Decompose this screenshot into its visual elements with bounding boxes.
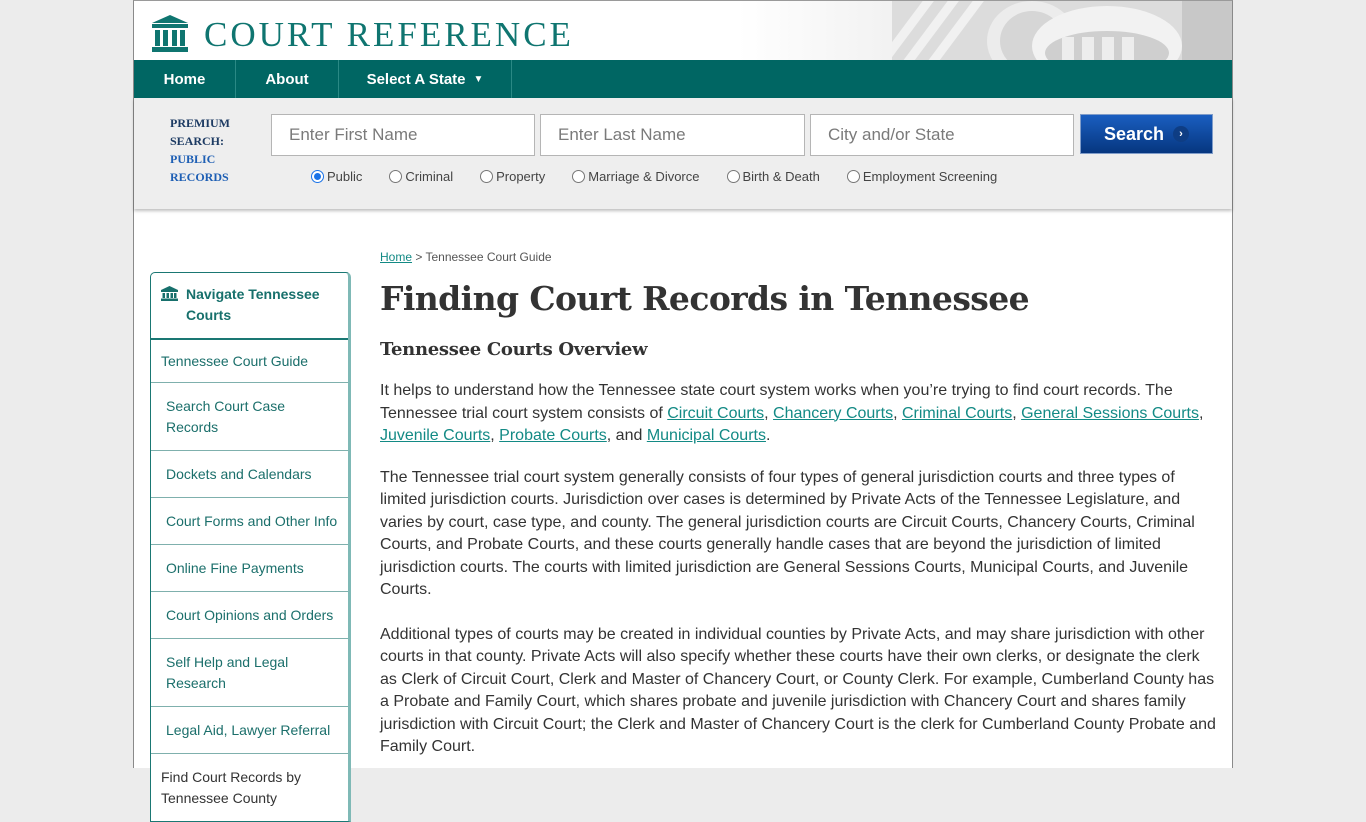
chevron-right-icon: › xyxy=(1173,126,1190,142)
nav-about[interactable]: About xyxy=(236,60,339,98)
site-header: COURT REFERENCE xyxy=(134,1,1232,60)
jurisdiction-paragraph: The Tennessee trial court system general… xyxy=(380,468,1195,599)
city-state-input[interactable] xyxy=(810,114,1074,156)
additional-courts-paragraph: Additional types of courts may be create… xyxy=(380,625,1216,756)
courthouse-column-banner-image xyxy=(892,1,1232,60)
link-probate-courts[interactable]: Probate Courts xyxy=(499,427,607,444)
radio-employment-screening-label: Employment Screening xyxy=(862,169,998,184)
radio-button[interactable] xyxy=(480,170,494,183)
link-chancery-courts[interactable]: Chancery Courts xyxy=(773,405,893,422)
search-button-label: Search xyxy=(1103,123,1165,144)
last-name-input[interactable] xyxy=(540,114,805,156)
section-heading: Tennessee Courts Overview xyxy=(380,339,648,360)
sidebar-heading: Navigate Tennessee Courts xyxy=(151,273,348,340)
radio-property[interactable]: Property xyxy=(480,169,545,184)
premium-label-line1: PREMIUM xyxy=(170,116,230,130)
sidebar-heading-text: Navigate Tennessee Courts xyxy=(186,286,320,323)
caret-down-icon: ▼ xyxy=(473,73,484,85)
link-juvenile-courts[interactable]: Juvenile Courts xyxy=(380,427,490,444)
link-municipal-courts[interactable]: Municipal Courts xyxy=(647,427,766,444)
sidebar-item-search-court-case-records[interactable]: Search Court Case Records xyxy=(151,383,348,451)
premium-search-label: PREMIUM SEARCH: PUBLIC RECORDS xyxy=(170,114,230,186)
nav-select-state-dropdown[interactable]: Select A State ▼ xyxy=(339,60,512,98)
sidebar-item-legal-aid-lawyer-referral[interactable]: Legal Aid, Lawyer Referral xyxy=(151,707,348,754)
sidebar-item-dockets-calendars[interactable]: Dockets and Calendars xyxy=(151,451,348,498)
radio-criminal-label: Criminal xyxy=(405,169,454,184)
premium-label-line4: RECORDS xyxy=(170,170,229,184)
period: . xyxy=(765,427,771,444)
nav-select-state-label: Select A State xyxy=(366,70,466,88)
sidebar-nav: Navigate Tennessee Courts Tennessee Cour… xyxy=(150,272,351,822)
premium-label-line3: PUBLIC xyxy=(170,152,216,166)
breadcrumb-separator: > xyxy=(412,250,426,264)
comma: , xyxy=(490,427,500,444)
radio-property-label: Property xyxy=(496,169,546,184)
court-reference-logo[interactable]: COURT REFERENCE xyxy=(150,15,574,53)
radio-button[interactable] xyxy=(846,170,860,183)
page-title: Finding Court Records in Tennessee xyxy=(380,279,1030,318)
comma: , xyxy=(1198,404,1204,422)
comma: , xyxy=(764,404,774,422)
link-circuit-courts[interactable]: Circuit Courts xyxy=(667,405,764,422)
radio-button-checked[interactable] xyxy=(311,170,324,183)
comma: , xyxy=(1012,404,1022,422)
intro-paragraph: It helps to understand how the Tennessee… xyxy=(380,380,1220,448)
first-name-input[interactable] xyxy=(271,114,535,156)
radio-public-label: Public xyxy=(327,169,363,184)
radio-button[interactable] xyxy=(726,170,740,183)
premium-label-line2: SEARCH: xyxy=(170,134,225,148)
comma: , xyxy=(893,404,902,422)
radio-birth-death[interactable]: Birth & Death xyxy=(726,169,820,184)
link-general-sessions-courts[interactable]: General Sessions Courts xyxy=(1021,405,1199,422)
nav-home-label: Home xyxy=(163,70,206,88)
courthouse-icon xyxy=(152,15,188,52)
courthouse-icon xyxy=(161,286,178,301)
radio-marriage-divorce-label: Marriage & Divorce xyxy=(588,169,700,184)
main-nav: Home About Select A State ▼ xyxy=(134,60,1232,98)
sidebar-item-court-forms[interactable]: Court Forms and Other Info xyxy=(151,498,348,545)
breadcrumb-current: Tennessee Court Guide xyxy=(425,250,552,264)
radio-marriage-divorce[interactable]: Marriage & Divorce xyxy=(572,169,700,184)
sidebar-item-find-records-by-county[interactable]: Find Court Records by Tennessee County xyxy=(151,754,348,821)
sidebar-item-court-opinions-orders[interactable]: Court Opinions and Orders xyxy=(151,592,348,639)
radio-public[interactable]: Public xyxy=(311,169,362,184)
main-content: Home > Tennessee Court Guide Finding Cou… xyxy=(380,250,1220,759)
radio-birth-death-label: Birth & Death xyxy=(742,169,820,184)
radio-button[interactable] xyxy=(389,170,403,183)
search-button[interactable]: Search › xyxy=(1080,114,1213,154)
sidebar-item-online-fine-payments[interactable]: Online Fine Payments xyxy=(151,545,348,592)
radio-button[interactable] xyxy=(572,170,586,183)
and-text: , and xyxy=(606,427,647,444)
radio-employment-screening[interactable]: Employment Screening xyxy=(846,169,998,184)
nav-home[interactable]: Home xyxy=(134,60,236,98)
link-criminal-courts[interactable]: Criminal Courts xyxy=(902,405,1012,422)
page-container: COURT REFERENCE Home About Select A Stat… xyxy=(133,0,1233,822)
breadcrumb-home-link[interactable]: Home xyxy=(380,250,412,264)
sidebar-item-tennessee-court-guide[interactable]: Tennessee Court Guide xyxy=(151,340,348,383)
nav-about-label: About xyxy=(265,70,309,88)
breadcrumb: Home > Tennessee Court Guide xyxy=(380,250,1220,264)
search-type-radio-group: Public Criminal Property Marriage & Divo… xyxy=(311,169,1024,184)
logo-text: COURT REFERENCE xyxy=(204,14,574,54)
radio-criminal[interactable]: Criminal xyxy=(389,169,453,184)
sidebar-item-self-help-legal-research[interactable]: Self Help and Legal Research xyxy=(151,639,348,707)
premium-search-bar: PREMIUM SEARCH: PUBLIC RECORDS Search › … xyxy=(134,98,1232,209)
